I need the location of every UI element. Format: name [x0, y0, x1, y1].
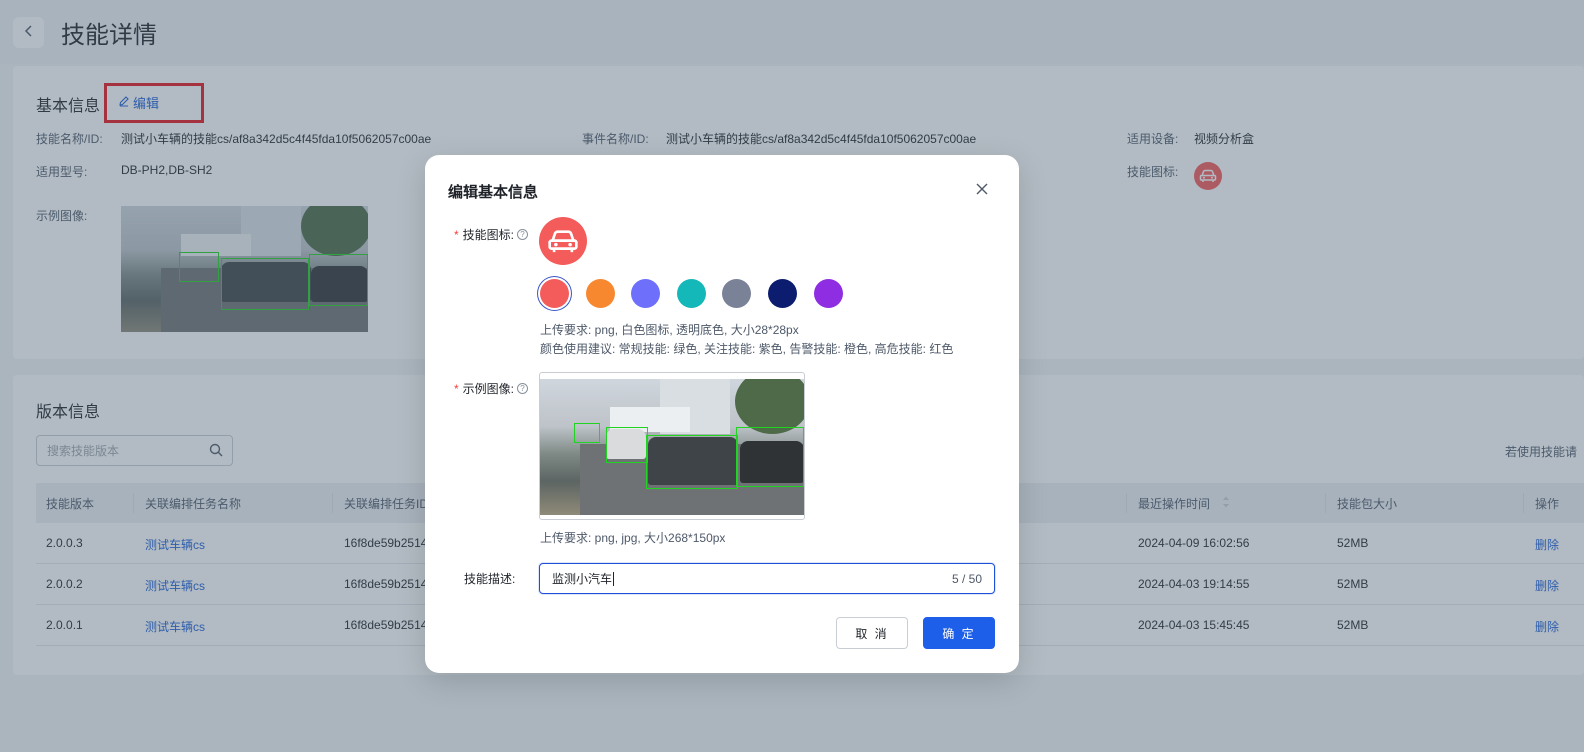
- sample-field-label: * 示例图像: ?: [454, 380, 529, 397]
- sample-field-label-text: 示例图像:: [462, 382, 515, 396]
- cancel-button[interactable]: 取 消: [836, 617, 908, 649]
- help-icon[interactable]: ?: [517, 383, 529, 394]
- color-swatch-purple[interactable]: [814, 279, 843, 308]
- icon-field-label-text: 技能图标:: [462, 228, 515, 242]
- description-value: 监测小汽车: [552, 572, 613, 586]
- color-swatch-red[interactable]: [540, 279, 569, 308]
- color-swatch-orange[interactable]: [586, 279, 615, 308]
- confirm-button[interactable]: 确 定: [923, 617, 995, 649]
- edit-basic-info-modal: 编辑基本信息 * 技能图标: ? 上传要求: png, 白色图标, 透明底色, …: [425, 155, 1019, 673]
- text-caret: [613, 571, 615, 586]
- icon-upload-hint: 上传要求: png, 白色图标, 透明底色, 大小28*28px: [540, 323, 799, 337]
- car-icon-preview: [539, 217, 587, 265]
- char-counter: 5 / 50: [951, 572, 982, 586]
- desc-field-label: 技能描述:: [464, 572, 516, 586]
- help-icon[interactable]: ?: [517, 229, 529, 240]
- required-mark: *: [454, 381, 459, 396]
- modal-title: 编辑基本信息: [448, 184, 539, 201]
- color-swatch-gray[interactable]: [722, 279, 751, 308]
- icon-color-hint: 颜色使用建议: 常规技能: 绿色, 关注技能: 紫色, 告警技能: 橙色, 高危…: [540, 342, 954, 356]
- description-input[interactable]: 监测小汽车 5 / 50: [539, 563, 995, 594]
- required-mark: *: [454, 227, 459, 242]
- sample-upload-hint: 上传要求: png, jpg, 大小268*150px: [540, 531, 726, 545]
- close-icon[interactable]: [974, 181, 990, 197]
- color-swatch-teal[interactable]: [677, 279, 706, 308]
- color-swatch-navy[interactable]: [768, 279, 797, 308]
- icon-field-label: * 技能图标: ?: [454, 226, 529, 243]
- color-swatch-periwinkle[interactable]: [631, 279, 660, 308]
- sample-image-preview: [540, 379, 804, 515]
- sample-image-upload[interactable]: [539, 372, 805, 520]
